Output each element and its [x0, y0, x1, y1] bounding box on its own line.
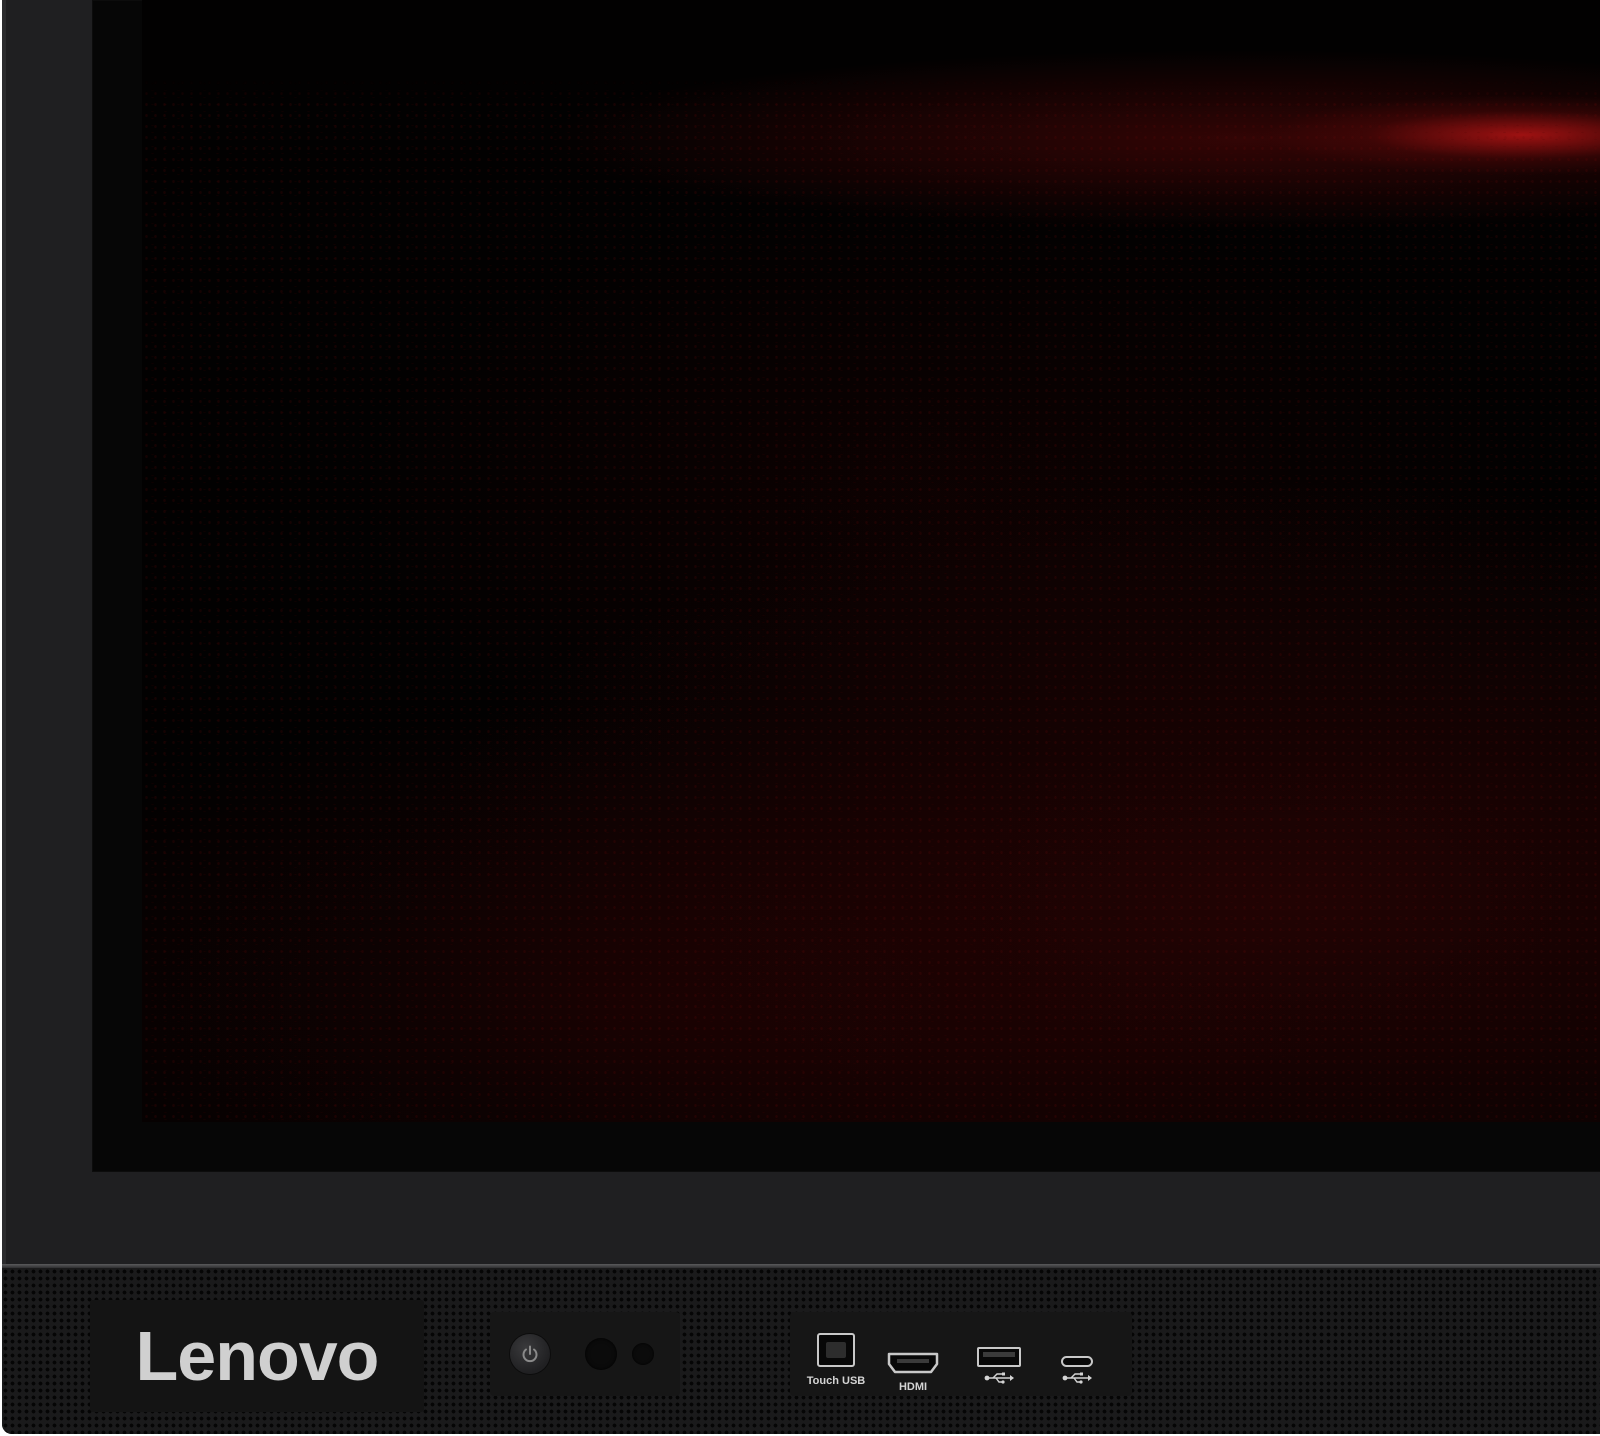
display-device: Lenovo Touch USB HDMI — [2, 0, 1600, 1434]
usb-type-b-port-icon — [817, 1333, 855, 1367]
touch-usb-port[interactable]: Touch USB — [790, 1312, 882, 1396]
usb-symbol-icon — [1062, 1372, 1092, 1384]
ir-receiver — [632, 1343, 654, 1365]
usb-type-c-port-icon — [1061, 1356, 1093, 1367]
logo-plate: Lenovo — [90, 1300, 424, 1412]
usb-c-port[interactable] — [1042, 1312, 1112, 1396]
hdmi-port-icon — [887, 1352, 939, 1374]
bezel-edge — [2, 0, 6, 1434]
display-screen — [92, 0, 1600, 1172]
screen-texture — [142, 0, 1600, 1122]
usb-type-a-port-icon — [977, 1347, 1021, 1367]
power-button[interactable] — [510, 1334, 550, 1374]
usb-a-port[interactable] — [964, 1312, 1034, 1396]
control-panel — [490, 1312, 680, 1396]
hdmi-label: HDMI — [898, 1381, 928, 1393]
hdmi-port[interactable]: HDMI — [882, 1312, 944, 1396]
usb-symbol-icon — [984, 1372, 1014, 1384]
power-icon — [522, 1345, 538, 1363]
light-sensor — [585, 1338, 617, 1370]
screen-image — [142, 0, 1600, 1122]
touch-usb-label: Touch USB — [806, 1375, 866, 1387]
ports-panel: Touch USB HDMI — [790, 1312, 1132, 1396]
brand-logo: Lenovo — [135, 1317, 380, 1395]
